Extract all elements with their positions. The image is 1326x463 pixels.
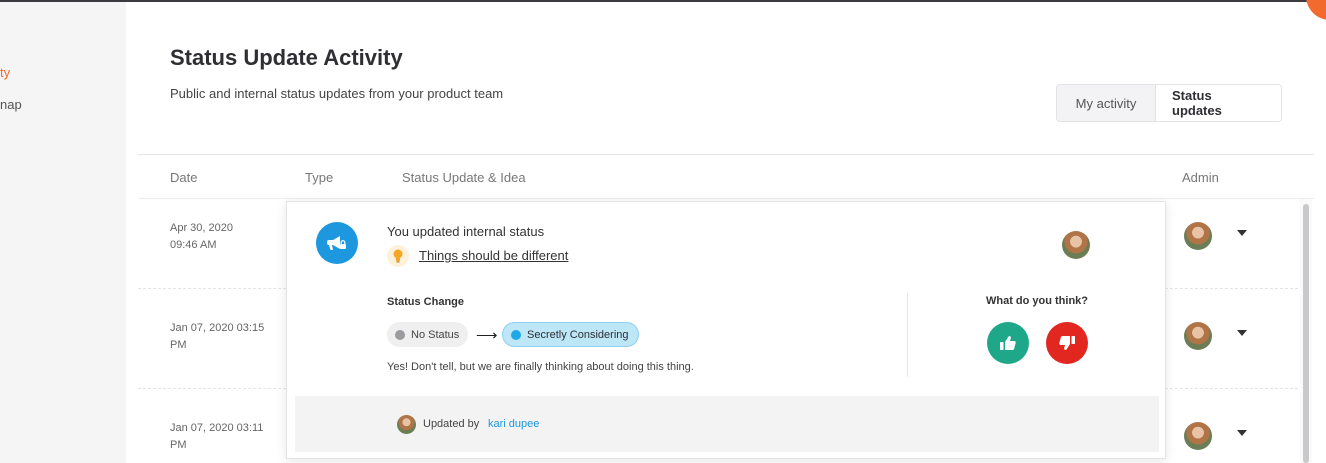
chevron-down-icon[interactable] xyxy=(1237,230,1247,236)
update-heading: You updated internal status xyxy=(387,224,545,239)
floating-action-button[interactable] xyxy=(1306,0,1326,20)
from-status-badge: No Status xyxy=(387,322,469,347)
to-status-badge: Secretly Considering xyxy=(502,322,639,347)
to-status-label: Secretly Considering xyxy=(527,328,629,341)
row-date-line2: PM xyxy=(170,339,187,351)
column-header-date: Date xyxy=(170,170,198,185)
chevron-down-icon[interactable] xyxy=(1237,430,1247,436)
row-date-line1: Jan 07, 2020 03:11 xyxy=(170,422,264,434)
activity-toggle: My activity Status updates xyxy=(1056,84,1282,122)
divider xyxy=(138,198,1314,199)
row-date-line1: Apr 30, 2020 xyxy=(170,222,233,234)
arrow-right-icon: ⟶ xyxy=(476,327,498,344)
updater-name-link[interactable]: kari dupee xyxy=(488,418,539,430)
sidebar: ty nap xyxy=(0,2,126,463)
sidebar-item-activity[interactable]: ty xyxy=(0,65,10,80)
chevron-down-icon[interactable] xyxy=(1237,330,1247,336)
status-message: Yes! Don't tell, but we are finally thin… xyxy=(387,361,694,373)
thumbs-up-button[interactable] xyxy=(987,322,1029,364)
column-header-type: Type xyxy=(305,170,334,185)
row-date-line2: PM xyxy=(170,439,187,451)
scrollbar-thumb[interactable] xyxy=(1303,204,1309,463)
row-date: Jan 07, 2020 03:15 PM xyxy=(170,320,280,354)
from-status-label: No Status xyxy=(411,328,460,341)
thumbs-down-button[interactable] xyxy=(1046,322,1088,364)
top-border xyxy=(0,0,1326,2)
divider xyxy=(138,154,1314,155)
status-dot xyxy=(395,329,405,340)
updater-avatar xyxy=(397,415,416,434)
author-avatar xyxy=(1062,231,1090,259)
row-date: Apr 30, 2020 09:46 AM xyxy=(170,220,280,254)
admin-avatar xyxy=(1184,322,1212,350)
status-change-label: Status Change xyxy=(387,296,465,308)
column-header-admin: Admin xyxy=(1182,170,1219,185)
row-date-line1: Jan 07, 2020 03:15 xyxy=(170,322,265,334)
updated-by-label: Updated by xyxy=(423,418,480,430)
megaphone-icon xyxy=(316,222,358,264)
admin-avatar xyxy=(1184,422,1212,450)
lightbulb-icon xyxy=(387,245,409,267)
card-footer: Updated by kari dupee xyxy=(295,396,1159,452)
thumbs-up-icon xyxy=(1000,336,1016,351)
page-subtitle: Public and internal status updates from … xyxy=(170,86,504,101)
column-header-status-update: Status Update & Idea xyxy=(402,170,526,185)
idea-link[interactable]: Things should be different xyxy=(419,248,568,263)
status-update-card: You updated internal status Things shoul… xyxy=(286,201,1166,459)
sidebar-item-roadmap[interactable]: nap xyxy=(0,97,22,112)
row-date: Jan 07, 2020 03:11 PM xyxy=(170,420,280,454)
status-dot xyxy=(511,329,521,340)
row-date-line2: 09:46 AM xyxy=(170,239,217,251)
thumbs-down-icon xyxy=(1059,335,1075,350)
admin-avatar xyxy=(1184,222,1212,250)
vote-prompt: What do you think? xyxy=(985,295,1089,307)
tab-my-activity[interactable]: My activity xyxy=(1057,85,1155,121)
page-title: Status Update Activity xyxy=(170,45,403,70)
tab-status-updates[interactable]: Status updates xyxy=(1155,85,1281,121)
